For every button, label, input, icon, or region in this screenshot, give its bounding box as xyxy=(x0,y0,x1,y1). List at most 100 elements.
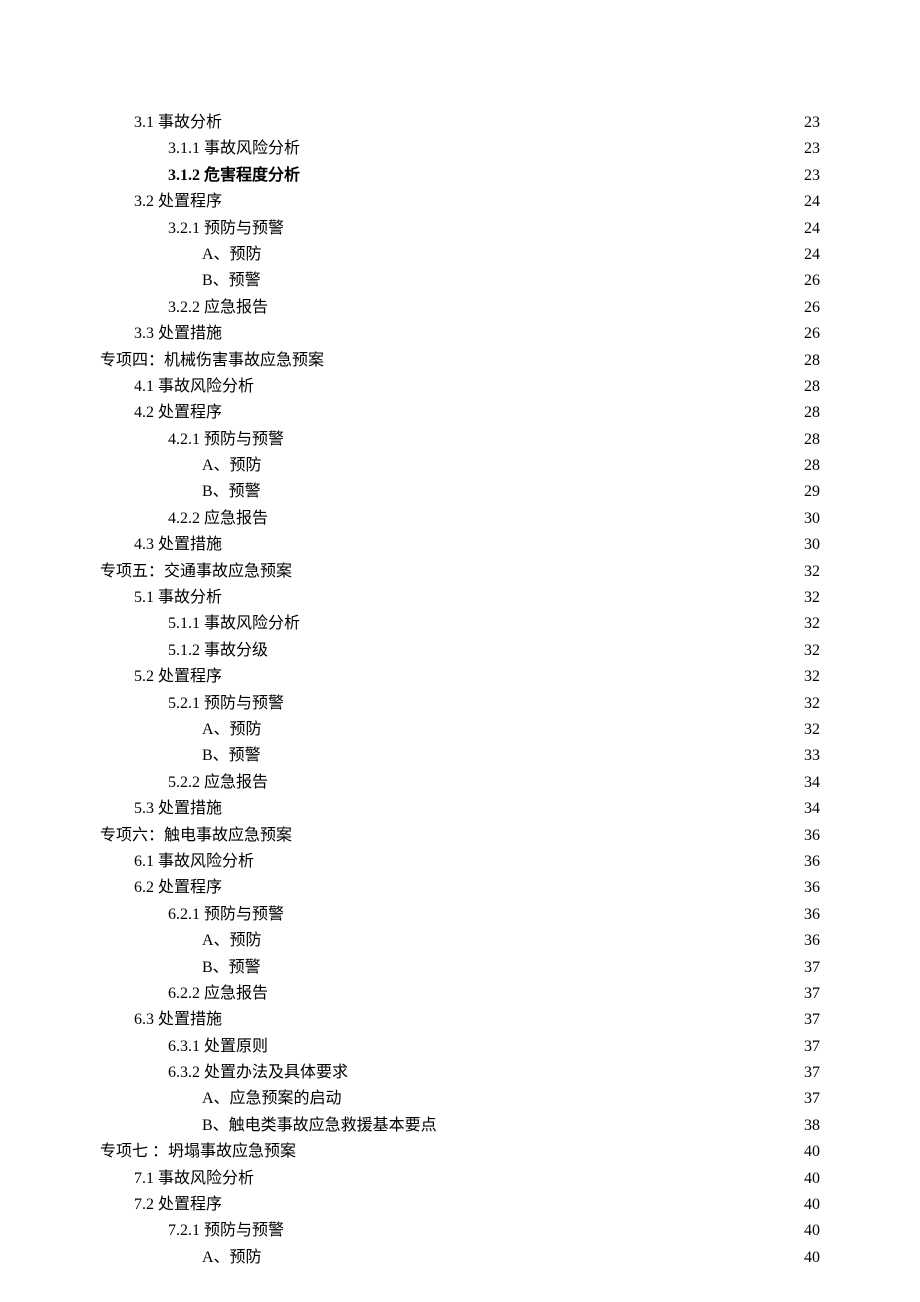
toc-entry-label: 3.1.2 危害程度分析 xyxy=(100,163,300,189)
toc-entry-label: 3.2.2 应急报告 xyxy=(100,295,268,321)
toc-entry-label: 6.3.1 处置原则 xyxy=(100,1034,268,1060)
toc-entry-page: 26 xyxy=(784,295,820,321)
toc-entry-label: A、预防 xyxy=(100,453,262,479)
toc-entry-label: B、触电类事故应急救援基本要点 xyxy=(100,1113,437,1139)
toc-entry: 4.3 处置措施30 xyxy=(100,532,820,558)
toc-entry: 4.2 处置程序 28 xyxy=(100,400,820,426)
toc-entry-page: 32 xyxy=(784,691,820,717)
toc-entry-label: 5.2.1 预防与预警 xyxy=(100,691,284,717)
toc-entry-label: 专项五：交通事故应急预案 xyxy=(100,559,292,585)
table-of-contents: 3.1 事故分析233.1.1 事故风险分析233.1.2 危害程度分析233.… xyxy=(100,110,820,1271)
toc-entry-page: 34 xyxy=(784,796,820,822)
toc-entry: 5.3 处置措施34 xyxy=(100,796,820,822)
toc-entry-label: 3.3 处置措施 xyxy=(100,321,222,347)
toc-entry-page: 30 xyxy=(784,532,820,558)
toc-entry: 3.3 处置措施 26 xyxy=(100,321,820,347)
toc-entry-page: 30 xyxy=(784,506,820,532)
toc-entry-page: 37 xyxy=(784,1060,820,1086)
toc-entry-label: 6.3.2 处置办法及具体要求 xyxy=(100,1060,348,1086)
toc-entry: 6.1 事故风险分析36 xyxy=(100,849,820,875)
toc-entry-label: A、预防 xyxy=(100,928,262,954)
toc-entry-label: 6.2.1 预防与预警 xyxy=(100,902,284,928)
toc-entry: 7.1 事故风险分析40 xyxy=(100,1166,820,1192)
toc-entry-page: 32 xyxy=(784,638,820,664)
toc-entry-page: 23 xyxy=(784,136,820,162)
toc-entry-page: 36 xyxy=(784,902,820,928)
toc-entry-label: 5.1.2 事故分级 xyxy=(100,638,268,664)
toc-entry: 5.1 事故分析 32 xyxy=(100,585,820,611)
toc-entry-page: 36 xyxy=(784,823,820,849)
toc-entry: 6.3.2 处置办法及具体要求 37 xyxy=(100,1060,820,1086)
toc-entry: B、触电类事故应急救援基本要点 38 xyxy=(100,1113,820,1139)
toc-entry: 6.2.2 应急报告37 xyxy=(100,981,820,1007)
toc-entry-page: 28 xyxy=(784,427,820,453)
toc-entry-label: A、预防 xyxy=(100,717,262,743)
toc-entry: 3.1 事故分析 23 xyxy=(100,110,820,136)
toc-entry: 5.1.1 事故风险分析32 xyxy=(100,611,820,637)
toc-entry-label: 专项六：触电事故应急预案 xyxy=(100,823,292,849)
toc-entry: 5.2 处置程序 32 xyxy=(100,664,820,690)
toc-entry-label: 3.1 事故分析 xyxy=(100,110,222,136)
toc-entry-page: 40 xyxy=(784,1245,820,1271)
toc-entry-label: 专项四：机械伤害事故应急预案 xyxy=(100,348,324,374)
toc-entry-page: 36 xyxy=(784,849,820,875)
toc-entry-page: 36 xyxy=(784,928,820,954)
toc-entry-label: 3.2.1 预防与预警 xyxy=(100,216,284,242)
toc-entry-page: 37 xyxy=(784,1007,820,1033)
toc-entry-label: 5.1 事故分析 xyxy=(100,585,222,611)
toc-entry-page: 33 xyxy=(784,743,820,769)
toc-entry-page: 28 xyxy=(784,374,820,400)
toc-entry-label: 3.2 处置程序 xyxy=(100,189,222,215)
toc-entry-label: 3.1.1 事故风险分析 xyxy=(100,136,300,162)
toc-entry-page: 37 xyxy=(784,1034,820,1060)
toc-entry-label: B、预警 xyxy=(100,743,261,769)
toc-entry-label: 6.3 处置措施 xyxy=(100,1007,222,1033)
toc-entry-label: 5.2.2 应急报告 xyxy=(100,770,268,796)
toc-entry-page: 28 xyxy=(784,400,820,426)
toc-entry: B、预警37 xyxy=(100,955,820,981)
toc-entry: A、预防32 xyxy=(100,717,820,743)
toc-entry-page: 24 xyxy=(784,242,820,268)
toc-entry-page: 24 xyxy=(784,189,820,215)
toc-entry: A、预防 28 xyxy=(100,453,820,479)
toc-entry-page: 32 xyxy=(784,585,820,611)
toc-entry: 3.1.1 事故风险分析 23 xyxy=(100,136,820,162)
toc-entry: 专项五：交通事故应急预案32 xyxy=(100,559,820,585)
toc-entry-label: B、预警 xyxy=(100,955,261,981)
toc-entry-label: 5.2 处置程序 xyxy=(100,664,222,690)
toc-entry: 专项七 ：坍塌事故应急预案40 xyxy=(100,1139,820,1165)
toc-entry: 专项四：机械伤害事故应急预案28 xyxy=(100,348,820,374)
toc-entry-label: 7.2 处置程序 xyxy=(100,1192,222,1218)
toc-entry: A、预防40 xyxy=(100,1245,820,1271)
toc-entry-page: 28 xyxy=(784,453,820,479)
toc-entry-label: 6.2.2 应急报告 xyxy=(100,981,268,1007)
toc-entry-page: 40 xyxy=(784,1218,820,1244)
toc-entry-page: 26 xyxy=(784,268,820,294)
toc-entry: 3.2.1 预防与预警 24 xyxy=(100,216,820,242)
toc-entry-label: 7.1 事故风险分析 xyxy=(100,1166,254,1192)
toc-entry-label: 专项七 ：坍塌事故应急预案 xyxy=(100,1139,296,1165)
toc-entry-page: 23 xyxy=(784,163,820,189)
toc-entry-page: 29 xyxy=(784,479,820,505)
toc-entry-label: A、应急预案的启动 xyxy=(100,1086,342,1112)
toc-entry-page: 26 xyxy=(784,321,820,347)
toc-entry: 6.2 处置程序36 xyxy=(100,875,820,901)
toc-entry-page: 23 xyxy=(784,110,820,136)
toc-entry-label: 4.2 处置程序 xyxy=(100,400,222,426)
toc-entry-page: 38 xyxy=(784,1113,820,1139)
toc-entry-label: A、预防 xyxy=(100,242,262,268)
toc-entry: B、预警26 xyxy=(100,268,820,294)
toc-entry: 6.2.1 预防与预警 36 xyxy=(100,902,820,928)
toc-entry: 7.2.1 预防与预警40 xyxy=(100,1218,820,1244)
toc-entry: 5.1.2 事故分级 32 xyxy=(100,638,820,664)
toc-entry-label: B、预警 xyxy=(100,479,261,505)
toc-entry: A、预防 36 xyxy=(100,928,820,954)
toc-entry-label: 4.1 事故风险分析 xyxy=(100,374,254,400)
toc-entry: 专项六：触电事故应急预案 36 xyxy=(100,823,820,849)
toc-entry-page: 32 xyxy=(784,664,820,690)
toc-entry-label: 5.1.1 事故风险分析 xyxy=(100,611,300,637)
toc-entry-page: 24 xyxy=(784,216,820,242)
toc-entry-page: 34 xyxy=(784,770,820,796)
toc-entry: B、预警 33 xyxy=(100,743,820,769)
toc-entry: A、应急预案的启动37 xyxy=(100,1086,820,1112)
